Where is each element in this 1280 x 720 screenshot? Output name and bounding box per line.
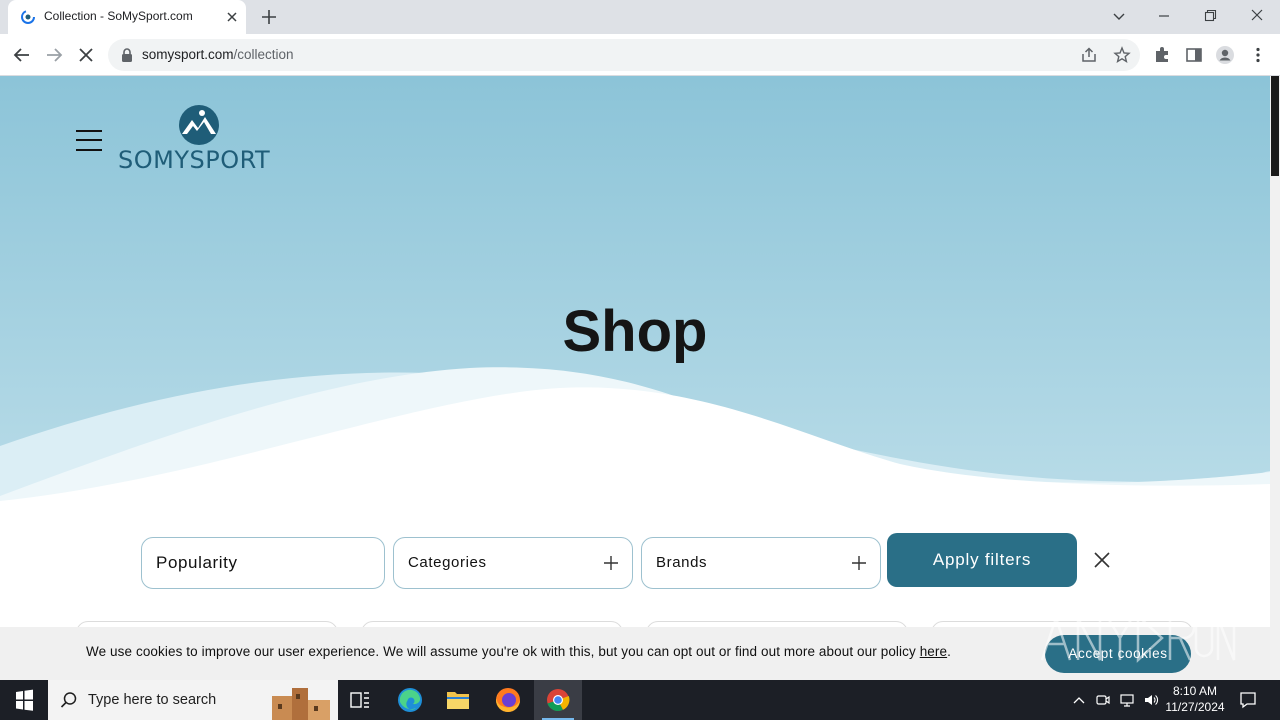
edge-browser-icon[interactable] [386, 680, 434, 720]
cookie-message-text: We use cookies to improve our user exper… [86, 644, 920, 659]
anyrun-watermark-logo-icon [1040, 613, 1236, 663]
url-domain: somysport.com [142, 47, 234, 62]
close-window-icon[interactable] [1245, 6, 1269, 26]
search-icon [60, 692, 77, 708]
meet-now-camera-icon[interactable] [1095, 692, 1111, 708]
chrome-browser-icon [547, 689, 570, 712]
cookie-message: We use cookies to improve our user exper… [86, 644, 951, 659]
minimize-icon[interactable] [1152, 6, 1176, 26]
profile-avatar-icon[interactable] [1215, 45, 1235, 65]
bookmark-star-icon[interactable] [1113, 46, 1131, 64]
share-icon[interactable] [1080, 46, 1098, 64]
sort-select-value: Popularity [156, 553, 238, 572]
restore-icon[interactable] [1198, 6, 1222, 26]
address-bar[interactable]: somysport.com/collection [108, 39, 1140, 71]
forward-arrow-icon[interactable] [43, 44, 65, 66]
url-text[interactable]: somysport.com/collection [142, 47, 294, 62]
close-tab-icon[interactable] [224, 9, 240, 25]
clock-date: 11/27/2024 [1165, 700, 1225, 714]
lock-icon[interactable] [120, 47, 134, 63]
clock-time: 8:10 AM [1172, 684, 1218, 698]
plus-icon [852, 556, 866, 570]
network-icon[interactable] [1119, 692, 1135, 708]
taskbar-search-box[interactable]: Type here to search [48, 680, 338, 720]
extensions-puzzle-icon[interactable] [1152, 45, 1172, 65]
side-panel-icon[interactable] [1184, 45, 1204, 65]
page-viewport: SOMYSPORT Shop Popularity Categories Bra… [0, 76, 1270, 680]
cookie-policy-link[interactable]: here [920, 644, 947, 659]
cookie-message-suffix: . [947, 644, 951, 659]
browser-tab[interactable]: Collection - SoMySport.com [8, 0, 246, 34]
logo-wordmark: SOMYSPORT [118, 146, 271, 174]
volume-speaker-icon[interactable] [1143, 692, 1159, 708]
task-view-icon[interactable] [336, 680, 384, 720]
browser-toolbar: somysport.com/collection [0, 34, 1280, 76]
chrome-taskbar-button[interactable] [534, 680, 582, 720]
browser-tab-strip: Collection - SoMySport.com [0, 0, 1280, 34]
tray-chevron-up-icon[interactable] [1071, 692, 1087, 708]
windows-start-icon[interactable] [0, 680, 48, 720]
hamburger-menu-button[interactable] [76, 128, 104, 154]
clear-filters-close-icon[interactable] [1092, 550, 1112, 570]
brands-filter-label: Brands [656, 554, 708, 571]
tab-title: Collection - SoMySport.com [44, 9, 193, 23]
apply-filters-button[interactable]: Apply filters [887, 533, 1077, 587]
site-logo[interactable]: SOMYSPORT [118, 104, 280, 174]
search-highlight-illustration-icon [272, 688, 330, 720]
back-arrow-icon[interactable] [11, 44, 33, 66]
categories-filter-label: Categories [408, 554, 487, 571]
categories-filter[interactable]: Categories [393, 537, 633, 589]
tab-search-chevron-icon[interactable] [1107, 6, 1131, 26]
file-explorer-folder-icon[interactable] [434, 680, 482, 720]
scrollbar-thumb[interactable] [1271, 76, 1279, 176]
new-tab-plus-icon[interactable] [260, 8, 278, 26]
sort-select[interactable]: Popularity [141, 537, 385, 589]
mountain-climber-logo-icon [179, 105, 219, 145]
stop-loading-icon[interactable] [75, 44, 97, 66]
url-path: /collection [233, 47, 294, 62]
plus-icon [604, 556, 618, 570]
brands-filter[interactable]: Brands [641, 537, 881, 589]
taskbar-clock[interactable]: 8:10 AM 11/27/2024 [1160, 683, 1230, 715]
page-scrollbar[interactable] [1270, 76, 1280, 680]
page-title: Shop [562, 299, 708, 364]
more-menu-icon[interactable] [1248, 45, 1268, 65]
search-placeholder: Type here to search [88, 692, 217, 708]
firefox-browser-icon[interactable] [484, 680, 532, 720]
loading-favicon-icon [21, 10, 35, 24]
notification-center-icon[interactable] [1238, 690, 1258, 710]
windows-taskbar: Type here to search 8:10 AM 11/27/2024 [0, 680, 1280, 720]
